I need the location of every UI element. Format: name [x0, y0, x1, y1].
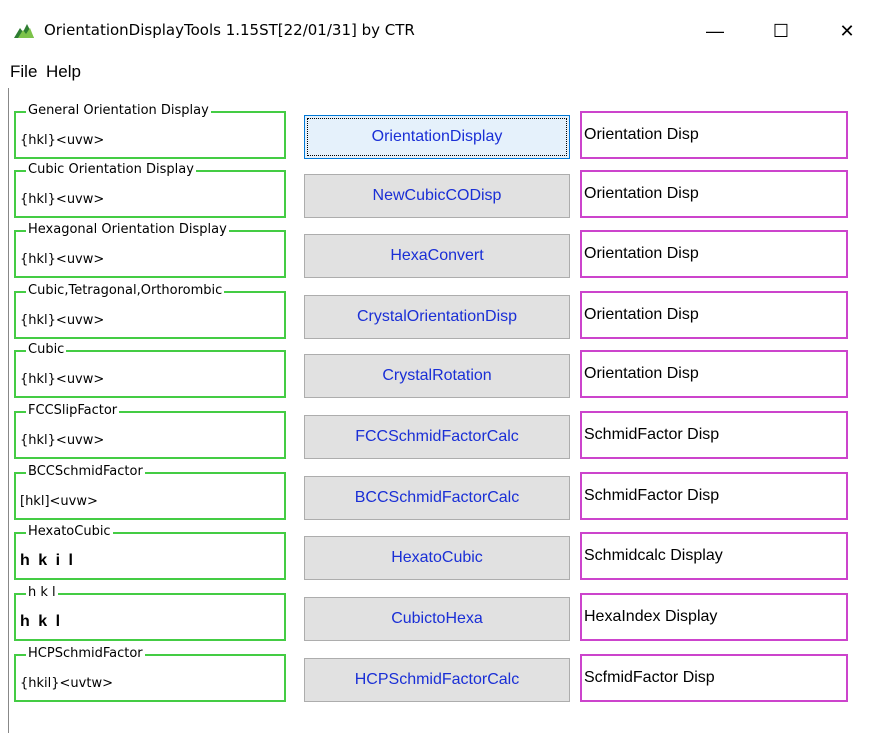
hexa-to-cubic-button[interactable]: HexatoCubic	[304, 536, 570, 580]
group-title: h k l	[26, 585, 58, 601]
maximize-button[interactable]: ☐	[758, 16, 804, 46]
display-label: Orientation Disp	[580, 230, 848, 278]
tool-row-hexa-to-cubic: HexatoCubic h k i l HexatoCubic Schmidca…	[0, 524, 875, 586]
group-box: General Orientation Display {hkl}<uvw>	[14, 103, 286, 159]
group-title: BCCSchmidFactor	[26, 464, 145, 480]
tool-row-hcp-schmid-factor: HCPSchmidFactor {hkil}<uvtw> HCPSchmidFa…	[0, 646, 875, 708]
app-icon	[14, 24, 34, 38]
display-label: SchmidFactor Disp	[580, 472, 848, 520]
group-title: Cubic Orientation Display	[26, 162, 196, 178]
group-notation: {hkl}<uvw>	[20, 313, 105, 328]
group-title: Hexagonal Orientation Display	[26, 222, 229, 238]
tool-row-bcc-schmid-factor: BCCSchmidFactor [hkl]<uvw> BCCSchmidFact…	[0, 464, 875, 526]
group-notation: {hkl}<uvw>	[20, 252, 105, 267]
tool-row-crystal-orientation-disp: Cubic,Tetragonal,Orthorombic {hkl}<uvw> …	[0, 283, 875, 345]
display-label: Orientation Disp	[580, 170, 848, 218]
tool-row-new-cubic-co-disp: Cubic Orientation Display {hkl}<uvw> New…	[0, 162, 875, 224]
window-title: OrientationDisplayTools 1.15ST[22/01/31]…	[44, 21, 415, 39]
group-title: HCPSchmidFactor	[26, 646, 145, 662]
group-notation: {hkl}<uvw>	[20, 133, 105, 148]
crystal-orientation-disp-button[interactable]: CrystalOrientationDisp	[304, 295, 570, 339]
group-title: Cubic	[26, 342, 67, 358]
tool-row-fcc-schmid-factor: FCCSlipFactor {hkl}<uvw> FCCSchmidFactor…	[0, 403, 875, 465]
group-title: FCCSlipFactor	[26, 403, 120, 419]
group-box: BCCSchmidFactor [hkl]<uvw>	[14, 464, 286, 520]
minimize-button[interactable]: —	[692, 16, 738, 46]
display-label: Orientation Disp	[580, 111, 848, 159]
group-box: h k l h k l	[14, 585, 286, 641]
group-notation: h k l	[20, 613, 63, 630]
tool-row-orientation-display: General Orientation Display {hkl}<uvw> O…	[0, 103, 875, 165]
group-notation: {hkl}<uvw>	[20, 372, 105, 387]
new-cubic-co-disp-button[interactable]: NewCubicCODisp	[304, 174, 570, 218]
hexa-convert-button[interactable]: HexaConvert	[304, 234, 570, 278]
tool-row-cubic-to-hexa: h k l h k l CubictoHexa HexaIndex Displa…	[0, 585, 875, 647]
display-label: Schmidcalc Display	[580, 532, 848, 580]
display-label: ScfmidFactor Disp	[580, 654, 848, 702]
group-notation: {hkl}<uvw>	[20, 192, 105, 207]
group-title: HexatoCubic	[26, 524, 113, 540]
menu-file[interactable]: File	[10, 62, 37, 82]
group-notation: [hkl]<uvw>	[20, 494, 98, 509]
display-label: SchmidFactor Disp	[580, 411, 848, 459]
bcc-schmid-factor-calc-button[interactable]: BCCSchmidFactorCalc	[304, 476, 570, 520]
tool-row-hexa-convert: Hexagonal Orientation Display {hkl}<uvw>…	[0, 222, 875, 284]
group-box: Cubic Orientation Display {hkl}<uvw>	[14, 162, 286, 218]
display-label: HexaIndex Display	[580, 593, 848, 641]
title-bar: OrientationDisplayTools 1.15ST[22/01/31]…	[0, 0, 875, 60]
group-box: Cubic,Tetragonal,Orthorombic {hkl}<uvw>	[14, 283, 286, 339]
group-box: Hexagonal Orientation Display {hkl}<uvw>	[14, 222, 286, 278]
group-box: HCPSchmidFactor {hkil}<uvtw>	[14, 646, 286, 702]
group-box: HexatoCubic h k i l	[14, 524, 286, 580]
menu-help[interactable]: Help	[46, 62, 81, 82]
menu-bar: File Help	[0, 60, 875, 86]
group-box: FCCSlipFactor {hkl}<uvw>	[14, 403, 286, 459]
group-notation: h k i l	[20, 552, 75, 569]
group-notation: {hkl}<uvw>	[20, 433, 105, 448]
crystal-rotation-button[interactable]: CrystalRotation	[304, 354, 570, 398]
tool-row-crystal-rotation: Cubic {hkl}<uvw> CrystalRotation Orienta…	[0, 342, 875, 404]
orientation-display-button[interactable]: OrientationDisplay	[304, 115, 570, 159]
display-label: Orientation Disp	[580, 350, 848, 398]
group-title: General Orientation Display	[26, 103, 211, 119]
hcp-schmid-factor-calc-button[interactable]: HCPSchmidFactorCalc	[304, 658, 570, 702]
group-title: Cubic,Tetragonal,Orthorombic	[26, 283, 225, 299]
group-notation: {hkil}<uvtw>	[20, 676, 113, 691]
fcc-schmid-factor-calc-button[interactable]: FCCSchmidFactorCalc	[304, 415, 570, 459]
cubic-to-hexa-button[interactable]: CubictoHexa	[304, 597, 570, 641]
display-label: Orientation Disp	[580, 291, 848, 339]
close-button[interactable]: ✕	[824, 16, 870, 46]
group-box: Cubic {hkl}<uvw>	[14, 342, 286, 398]
